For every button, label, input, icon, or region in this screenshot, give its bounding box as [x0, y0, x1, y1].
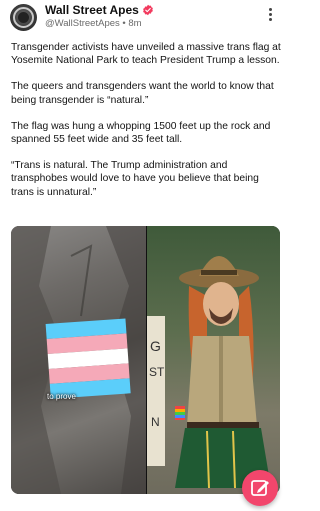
avatar[interactable] — [10, 4, 37, 31]
rock-flag-illustration — [11, 226, 146, 494]
ranger-illustration: G ST N — [147, 256, 271, 489]
post-paragraph: The flag was hung a whopping 1500 feet u… — [11, 120, 271, 146]
author-name-row: Wall Street Apes — [45, 3, 154, 17]
post-body: Transgender activists have unveiled a ma… — [11, 41, 283, 212]
media-image-flag[interactable]: to prove — [11, 226, 146, 494]
compose-icon — [251, 480, 269, 496]
compose-button[interactable] — [242, 470, 278, 506]
post-paragraph: “Trans is natural. The Trump administrat… — [11, 160, 259, 198]
post-paragraph: The queers and transgenders want the wor… — [11, 81, 274, 106]
sign-letter: ST — [149, 365, 165, 379]
post-header: Wall Street Apes @WallStreetApes • 8m — [0, 0, 291, 34]
sign-letter: G — [150, 338, 161, 354]
meta-separator: • — [122, 18, 126, 29]
media-image-ranger[interactable]: G ST N — [147, 226, 280, 494]
author-handle[interactable]: @WallStreetApes — [45, 18, 120, 29]
post-media[interactable]: to prove G ST N — [11, 226, 280, 494]
more-vertical-icon[interactable] — [266, 8, 274, 22]
post-paragraph: Transgender activists have unveiled a ma… — [11, 42, 281, 67]
author-name[interactable]: Wall Street Apes — [45, 3, 139, 17]
video-caption: to prove — [47, 392, 76, 401]
sign-letter: N — [151, 415, 160, 429]
post-time[interactable]: 8m — [128, 18, 141, 29]
verified-badge-icon — [142, 4, 153, 16]
avatar-face — [18, 12, 29, 23]
author-meta: @WallStreetApes • 8m — [45, 18, 142, 29]
